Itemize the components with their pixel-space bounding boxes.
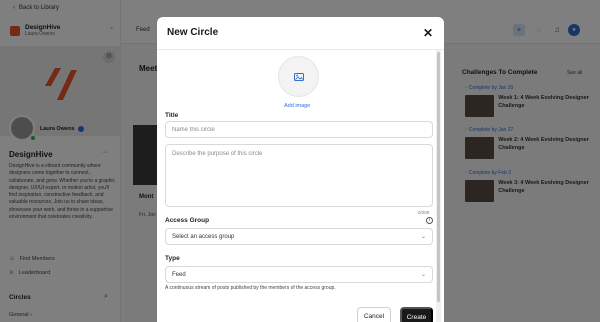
title-label: Title bbox=[165, 112, 179, 119]
cancel-button[interactable]: Cancel bbox=[357, 307, 391, 322]
new-circle-modal: New Circle ✕ Add image Title 0/200 Acces… bbox=[157, 17, 444, 322]
access-group-label: Access Group bbox=[165, 217, 210, 224]
access-group-value: Select an access group bbox=[172, 233, 235, 240]
image-picker[interactable] bbox=[278, 56, 319, 97]
access-group-select[interactable]: Select an access group ⌄ bbox=[165, 228, 433, 245]
modal-scrollbar-thumb[interactable] bbox=[437, 52, 440, 302]
modal-title: New Circle bbox=[167, 27, 219, 38]
info-icon[interactable]: i bbox=[426, 217, 433, 224]
add-image-link[interactable]: Add image bbox=[284, 103, 310, 109]
create-button[interactable]: Create bbox=[400, 307, 433, 322]
character-counter: 0/200 bbox=[418, 210, 430, 215]
type-value: Feed bbox=[172, 271, 186, 278]
image-icon bbox=[294, 73, 304, 81]
chevron-down-icon: ⌄ bbox=[420, 234, 426, 240]
description-textarea[interactable] bbox=[165, 144, 433, 207]
close-button[interactable]: ✕ bbox=[420, 25, 436, 41]
type-help-text: A continuous stream of posts published b… bbox=[165, 285, 336, 291]
type-label: Type bbox=[165, 255, 180, 262]
title-input[interactable] bbox=[165, 121, 433, 138]
type-select[interactable]: Feed ⌄ bbox=[165, 266, 433, 283]
modal-header: New Circle ✕ bbox=[157, 17, 444, 50]
chevron-down-icon: ⌄ bbox=[420, 272, 426, 278]
